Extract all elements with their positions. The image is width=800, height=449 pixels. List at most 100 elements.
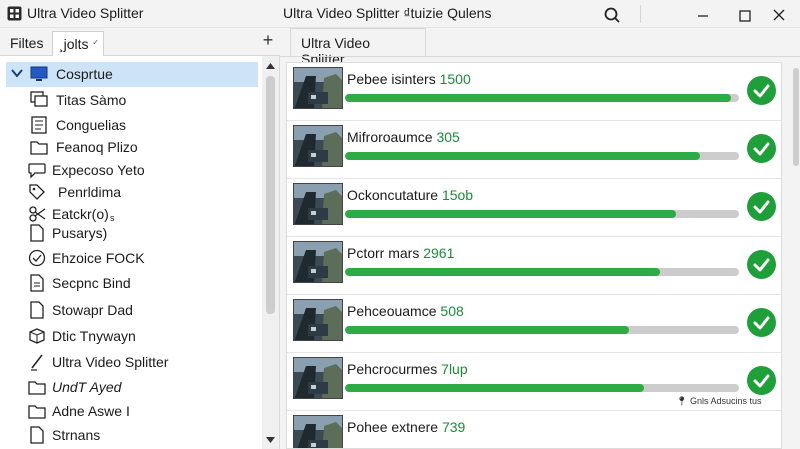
title-bar: Ultra Video Splitter Ultra Video Splitte… xyxy=(0,0,800,28)
status-note: 📍︎ Gnls Adsucins tus xyxy=(674,396,764,407)
video-row[interactable]: Pehceouamce 508 xyxy=(287,295,781,353)
folder-doc-icon xyxy=(30,141,48,155)
tree-item-label: Dtic Tnywayn xyxy=(52,328,136,344)
add-tab-button[interactable]: + xyxy=(258,30,278,52)
right-scrollbar[interactable] xyxy=(790,62,800,449)
pen-icon xyxy=(31,354,43,371)
video-title: Pohee extnere 739 xyxy=(347,419,465,435)
left-tab-row: Filtes ¸jolts + xyxy=(0,28,280,56)
video-row[interactable]: Pctorr mars 2961 xyxy=(287,237,781,295)
video-name: Pohee extnere xyxy=(347,419,439,435)
progress-fill xyxy=(345,94,731,102)
tree-item-label: Adne Aswe I xyxy=(52,403,130,419)
video-row[interactable]: Mifroroaumce 305 xyxy=(287,121,781,179)
scroll-down-icon[interactable] xyxy=(265,436,276,444)
minimize-icon xyxy=(698,15,708,17)
tree-item-dtic-tnywayn[interactable]: Dtic Tnywayn xyxy=(6,323,258,348)
tree-item-adne-aswe[interactable]: Adne Aswe I xyxy=(6,398,258,423)
video-thumbnail xyxy=(293,183,343,225)
video-title: Mifroroaumce 305 xyxy=(347,129,460,145)
search-button[interactable] xyxy=(598,4,626,26)
tree-item-ultra-video-splitter[interactable]: Ultra Video Splitter xyxy=(6,349,258,374)
progress-fill xyxy=(345,268,660,276)
maximize-button[interactable] xyxy=(728,3,762,27)
tree-item-label: Strnans xyxy=(52,427,101,443)
video-title: Pebee isinters 1500 xyxy=(347,71,471,87)
progress-bar xyxy=(345,384,739,392)
monitor-icon xyxy=(30,66,48,81)
right-panel: Ultra Video Splitter Pebee isinters 1500… xyxy=(280,28,800,449)
chat-bubble-icon xyxy=(28,163,46,179)
video-title: Pehcrocurmes 7lup xyxy=(347,361,468,377)
video-title: Ockoncutature 15ob xyxy=(347,187,473,203)
video-name: Pebee isinters xyxy=(347,71,436,87)
progress-fill xyxy=(345,152,700,160)
tree-item-label: Feanoq Plizo xyxy=(56,139,138,155)
minimize-button[interactable] xyxy=(686,3,720,27)
video-thumbnail xyxy=(293,67,343,109)
maximize-icon xyxy=(739,10,751,22)
tree-item-strnans[interactable]: Strnans xyxy=(6,422,258,447)
close-button[interactable] xyxy=(762,3,796,27)
video-name: Pctorr mars xyxy=(347,245,420,261)
tree-item-ehzoice-fock[interactable]: Ehzoice FOCK xyxy=(6,245,258,270)
tree-item-stowapr-dad[interactable]: Stowapr Dad xyxy=(6,297,258,322)
tree-item-label: Secpnc Bind xyxy=(52,275,131,291)
tag-icon xyxy=(29,184,45,200)
tree-item-label: Cosprtue xyxy=(56,66,113,82)
video-thumbnail xyxy=(293,299,343,341)
tab-filters[interactable]: Filtes xyxy=(4,31,48,56)
left-scrollbar[interactable] xyxy=(262,56,279,449)
video-thumbnail xyxy=(293,241,343,283)
app-name: Ultra Video Splitter xyxy=(27,5,144,21)
check-icon xyxy=(747,134,776,163)
video-row[interactable]: Ockoncutature 15ob xyxy=(287,179,781,237)
tab-divider xyxy=(280,56,800,57)
video-row[interactable]: Pebee isinters 1500 xyxy=(287,63,781,121)
tree-item-cosprtue[interactable]: Cosprtue xyxy=(6,62,258,87)
video-value: 15ob xyxy=(441,187,474,203)
tree-item-label: Ultra Video Splitter xyxy=(52,354,169,370)
check-icon xyxy=(747,192,776,221)
video-name: Pehcrocurmes xyxy=(347,361,438,377)
scroll-up-icon[interactable] xyxy=(265,62,276,70)
pin-icon: 📍︎ xyxy=(676,396,688,406)
tree-item-feanoq-plizo[interactable]: Feanoq Plizo xyxy=(6,135,258,160)
video-thumbnail xyxy=(293,357,343,399)
video-title: Pctorr mars 2961 xyxy=(347,245,454,261)
progress-bar xyxy=(345,152,739,160)
tree-item-label: Expecoso Yeto xyxy=(52,162,145,178)
progress-bar xyxy=(345,268,739,276)
tree-item-titas-samo[interactable]: Titas Sàmo xyxy=(6,88,258,113)
progress-bar xyxy=(345,326,739,334)
check-icon xyxy=(747,308,776,337)
tree-item-label: Ehzoice FOCK xyxy=(52,250,145,266)
document-lines-icon xyxy=(30,274,44,292)
video-value: 1500 xyxy=(439,71,471,87)
search-icon xyxy=(604,7,620,23)
tab-ultra-video-splitter[interactable]: Ultra Video Splitter xyxy=(290,28,426,67)
progress-bar xyxy=(345,210,739,218)
video-value: 305 xyxy=(436,129,460,145)
video-thumbnail xyxy=(293,125,343,167)
tree-item-label: UndT Ayed xyxy=(52,379,122,395)
scroll-thumb[interactable] xyxy=(793,68,799,166)
video-row[interactable]: Pohee extnere 739 xyxy=(287,411,781,448)
video-name: Mifroroaumce xyxy=(347,129,433,145)
check-icon xyxy=(747,76,776,105)
scroll-thumb[interactable] xyxy=(266,76,275,314)
chevron-down-icon[interactable] xyxy=(11,66,23,80)
progress-fill xyxy=(345,210,676,218)
tree-item-label: Penrldima xyxy=(58,184,122,200)
tree-item-secpnc-bind[interactable]: Secpnc Bind xyxy=(6,270,258,295)
title-separator xyxy=(640,5,641,23)
box-icon xyxy=(29,328,45,344)
tree-item-pusarys[interactable]: Pusarys) xyxy=(6,220,258,245)
left-panel: Filtes ¸jolts + Cosprtue Titas Sàmo Cong… xyxy=(0,28,280,449)
tree-item-undt-ayed[interactable]: UndT Ayed xyxy=(6,374,258,399)
progress-fill xyxy=(345,326,629,334)
progress-bar xyxy=(345,94,739,102)
tab-jolts[interactable]: ¸jolts xyxy=(52,31,104,56)
window-title: Ultra Video Splitter ₫tuizie Qulens xyxy=(283,5,492,21)
tree-item-label: Conguelias xyxy=(56,117,127,133)
